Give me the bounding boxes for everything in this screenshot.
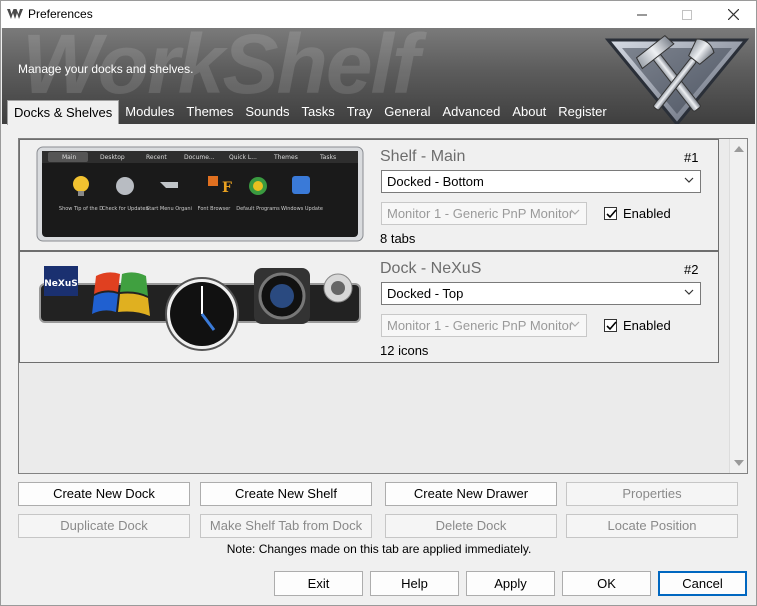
help-button[interactable]: Help (370, 571, 459, 596)
checkmark-icon (606, 321, 617, 331)
tab-content-panel: Main Desktop Recent Docume... Quick L...… (8, 124, 750, 562)
shelf-tab-label: Quick L... (229, 154, 257, 161)
shelf-icon-label: Windows Update (281, 206, 323, 212)
list-scrollbar[interactable] (729, 139, 747, 473)
properties-button[interactable]: Properties (566, 482, 738, 506)
apply-button[interactable]: Apply (466, 571, 555, 596)
shelf-tab-label: Themes (273, 154, 298, 161)
shelf-preview-image: Main Desktop Recent Docume... Quick L...… (36, 146, 364, 242)
exit-button[interactable]: Exit (274, 571, 363, 596)
list-item-dock-nexus[interactable]: NeXuS Dock - NeXuS #2 Docked - Top Monit… (19, 251, 719, 363)
tab-tray[interactable]: Tray (341, 100, 379, 124)
tab-general[interactable]: General (378, 100, 436, 124)
nexus-logo-text: NeXuS (44, 279, 77, 289)
dock-position-select[interactable]: Docked - Bottom (381, 170, 701, 193)
enabled-checkbox-group[interactable]: Enabled (604, 318, 671, 333)
scroll-up-button[interactable] (733, 143, 745, 155)
create-new-drawer-button[interactable]: Create New Drawer (385, 482, 557, 506)
cancel-button[interactable]: Cancel (658, 571, 747, 596)
chevron-down-icon (684, 177, 694, 183)
scroll-down-button[interactable] (733, 457, 745, 469)
arrow-down-icon (734, 460, 744, 466)
shelf-icon-label: Start Menu Organi (146, 206, 192, 212)
tab-sounds[interactable]: Sounds (239, 100, 295, 124)
tab-modules[interactable]: Modules (119, 100, 180, 124)
item-title: Shelf - Main (380, 148, 466, 165)
chevron-down-icon (570, 321, 580, 327)
item-count: 12 icons (380, 343, 429, 358)
note-text: Note: Changes made on this tab are appli… (226, 542, 532, 556)
arrow-up-icon (734, 146, 744, 152)
monitor-value: Monitor 1 - Generic PnP Monitor (387, 206, 574, 221)
docks-list[interactable]: Main Desktop Recent Docume... Quick L...… (18, 138, 748, 474)
item-number: #2 (684, 262, 699, 277)
locate-position-button[interactable]: Locate Position (566, 514, 738, 538)
shelf-tab-label: Main (62, 154, 77, 161)
dock-preview-image: NeXuS (39, 266, 361, 351)
enabled-label: Enabled (623, 206, 671, 221)
close-icon (727, 9, 739, 20)
chevron-down-icon (684, 289, 694, 295)
banner-subtitle: Manage your docks and shelves. (18, 62, 194, 76)
shelf-tab-label: Tasks (319, 154, 336, 161)
maximize-button[interactable] (665, 1, 709, 28)
tab-tasks[interactable]: Tasks (295, 100, 340, 124)
item-number: #1 (684, 150, 699, 165)
close-button[interactable] (711, 1, 755, 28)
app-icon (7, 9, 23, 19)
shelf-tab-label: Docume... (184, 154, 215, 161)
delete-dock-button[interactable]: Delete Dock (385, 514, 557, 538)
svg-text:F: F (222, 180, 232, 196)
dock-position-value: Docked - Bottom (387, 174, 484, 189)
window-title: Preferences (28, 7, 93, 21)
shelf-icon-label: Show Tip of the D (59, 206, 103, 212)
title-bar: Preferences (1, 1, 756, 28)
ok-button[interactable]: OK (562, 571, 651, 596)
tab-themes[interactable]: Themes (180, 100, 239, 124)
chevron-down-icon (570, 209, 580, 215)
tab-advanced[interactable]: Advanced (436, 100, 506, 124)
item-title: Dock - NeXuS (380, 260, 482, 277)
enabled-checkbox-group[interactable]: Enabled (604, 206, 671, 221)
checkmark-icon (606, 209, 617, 219)
monitor-select[interactable]: Monitor 1 - Generic PnP Monitor (381, 202, 587, 225)
tab-about[interactable]: About (506, 100, 552, 124)
maximize-icon (682, 9, 692, 20)
shelf-icon-label: Check for Updates (102, 206, 149, 212)
item-count: 8 tabs (380, 231, 416, 246)
make-shelf-tab-button[interactable]: Make Shelf Tab from Dock (200, 514, 372, 538)
tab-strip: Docks & Shelves Modules Themes Sounds Ta… (7, 100, 613, 125)
enabled-label: Enabled (623, 318, 671, 333)
shelf-icon-label: Default Programs (236, 206, 280, 212)
tab-docks-shelves[interactable]: Docks & Shelves (7, 100, 120, 125)
monitor-select[interactable]: Monitor 1 - Generic PnP Monitor (381, 314, 587, 337)
shelf-tab-label: Desktop (100, 154, 125, 161)
shelf-tab-label: Recent (146, 154, 167, 161)
tools-logo-icon (604, 34, 750, 124)
minimize-icon (637, 14, 647, 15)
dock-position-select[interactable]: Docked - Top (381, 282, 701, 305)
shelf-icon-label: Font Browser (198, 206, 232, 212)
enabled-checkbox[interactable] (604, 319, 617, 332)
create-new-dock-button[interactable]: Create New Dock (18, 482, 190, 506)
list-item-shelf-main[interactable]: Main Desktop Recent Docume... Quick L...… (19, 139, 719, 251)
create-new-shelf-button[interactable]: Create New Shelf (200, 482, 372, 506)
tab-register[interactable]: Register (552, 100, 612, 124)
enabled-checkbox[interactable] (604, 207, 617, 220)
monitor-value: Monitor 1 - Generic PnP Monitor (387, 318, 574, 333)
duplicate-dock-button[interactable]: Duplicate Dock (18, 514, 190, 538)
minimize-button[interactable] (620, 1, 664, 28)
dock-position-value: Docked - Top (387, 286, 464, 301)
preferences-window: Preferences WorkShelf Manage your docks … (0, 0, 757, 606)
